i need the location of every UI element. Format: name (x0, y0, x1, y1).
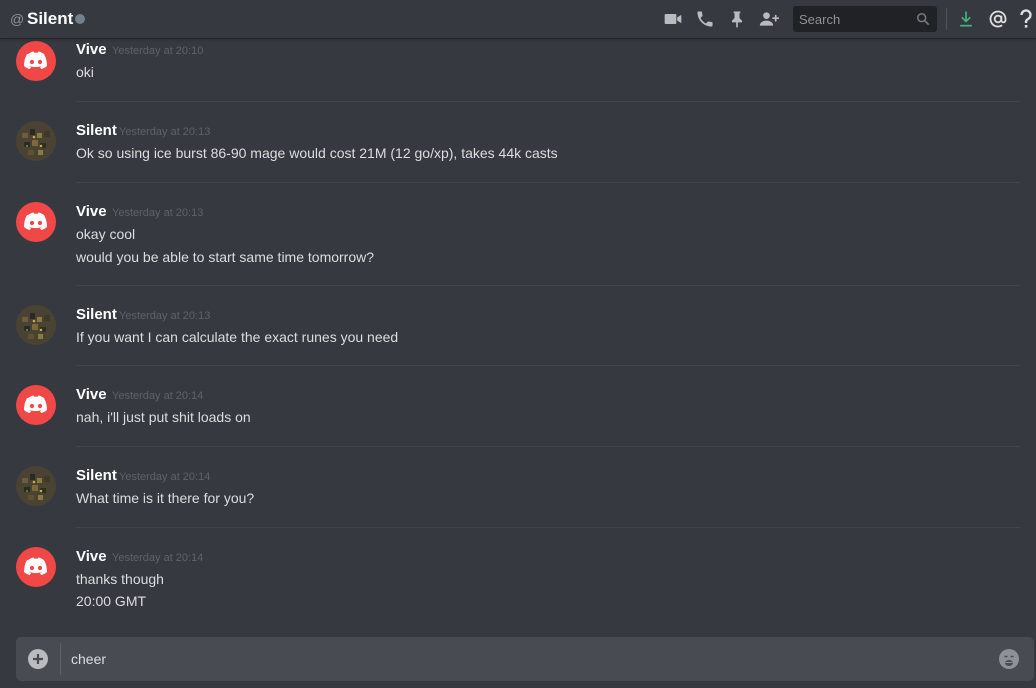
message-text: If you want I can calculate the exact ru… (76, 329, 399, 345)
avatar[interactable] (16, 466, 56, 506)
message-author[interactable]: Vive (76, 203, 107, 220)
discord-logo-icon (24, 557, 47, 575)
add-friend-icon[interactable] (758, 9, 780, 29)
message-text: Ok so using ice burst 86-90 mage would c… (76, 145, 558, 161)
video-call-icon[interactable] (663, 9, 683, 29)
message-text: nah, i'll just put shit loads on (76, 409, 251, 425)
avatar[interactable] (16, 547, 56, 587)
message-group: Silent Yesterday at 20:14 What time is i… (0, 447, 1020, 528)
avatar[interactable] (16, 305, 56, 345)
message-composer[interactable]: cheer (16, 637, 1034, 681)
message-timestamp: Yesterday at 20:10 (112, 45, 204, 57)
message-timestamp: Yesterday at 20:13 (112, 207, 204, 219)
header-divider (946, 8, 947, 30)
message-text: oki (76, 64, 94, 80)
search-box[interactable] (793, 6, 937, 32)
message-input[interactable]: cheer (71, 651, 106, 667)
upload-plus-icon[interactable] (28, 649, 48, 669)
message-text: would you be able to start same time tom… (76, 249, 375, 265)
status-indicator (75, 14, 85, 24)
message-author[interactable]: Vive (76, 41, 107, 58)
message-group: Silent Yesterday at 20:13 If you want I … (0, 286, 1020, 366)
discord-logo-icon (24, 395, 47, 413)
mosaic-avatar-icon (16, 466, 56, 506)
message-timestamp: Yesterday at 20:14 (112, 552, 204, 564)
message-timestamp: Yesterday at 20:13 (119, 126, 211, 138)
message-author[interactable]: Vive (76, 548, 107, 565)
pin-icon[interactable] (727, 9, 747, 29)
avatar[interactable] (16, 202, 56, 242)
search-icon[interactable] (916, 12, 930, 26)
message-text: What time is it there for you? (76, 490, 255, 506)
message-text: 20:00 GMT (76, 593, 147, 609)
message-timestamp: Yesterday at 20:13 (119, 310, 211, 322)
message-group: Silent Yesterday at 20:13 Ok so using ic… (0, 102, 1020, 183)
avatar[interactable] (16, 385, 56, 425)
mention-icon[interactable] (988, 9, 1008, 29)
message-group: Vive Yesterday at 20:14 nah, i'll just p… (0, 366, 1020, 447)
message-group: Vive Yesterday at 20:14 thanks though 20… (0, 528, 1020, 620)
message-author[interactable]: Vive (76, 386, 107, 403)
discord-logo-icon (24, 212, 47, 230)
composer-divider (60, 643, 61, 675)
message-list[interactable]: Vive Yesterday at 20:10 oki Silent Yeste… (0, 38, 1036, 620)
message-timestamp: Yesterday at 20:14 (119, 471, 211, 483)
emoji-picker-icon[interactable] (998, 648, 1020, 670)
message-author[interactable]: Silent (76, 306, 117, 323)
mosaic-avatar-icon (16, 121, 56, 161)
message-group: Vive Yesterday at 20:10 oki (0, 38, 1020, 102)
channel-header: @ Silent (0, 0, 1036, 38)
message-timestamp: Yesterday at 20:14 (112, 390, 204, 402)
search-input[interactable] (799, 11, 909, 27)
message-author[interactable]: Silent (76, 122, 117, 139)
channel-title[interactable]: Silent (27, 9, 73, 29)
dm-at-symbol: @ (10, 11, 25, 27)
message-group: Vive Yesterday at 20:13 okay cool would … (0, 183, 1020, 286)
voice-call-icon[interactable] (695, 9, 715, 29)
help-icon[interactable] (1019, 9, 1033, 29)
message-text: thanks though (76, 571, 164, 587)
mosaic-avatar-icon (16, 305, 56, 345)
avatar[interactable] (16, 121, 56, 161)
message-text: okay cool (76, 226, 136, 242)
message-author[interactable]: Silent (76, 467, 117, 484)
discord-logo-icon (24, 51, 47, 69)
avatar[interactable] (16, 41, 56, 81)
download-icon[interactable] (956, 9, 976, 29)
